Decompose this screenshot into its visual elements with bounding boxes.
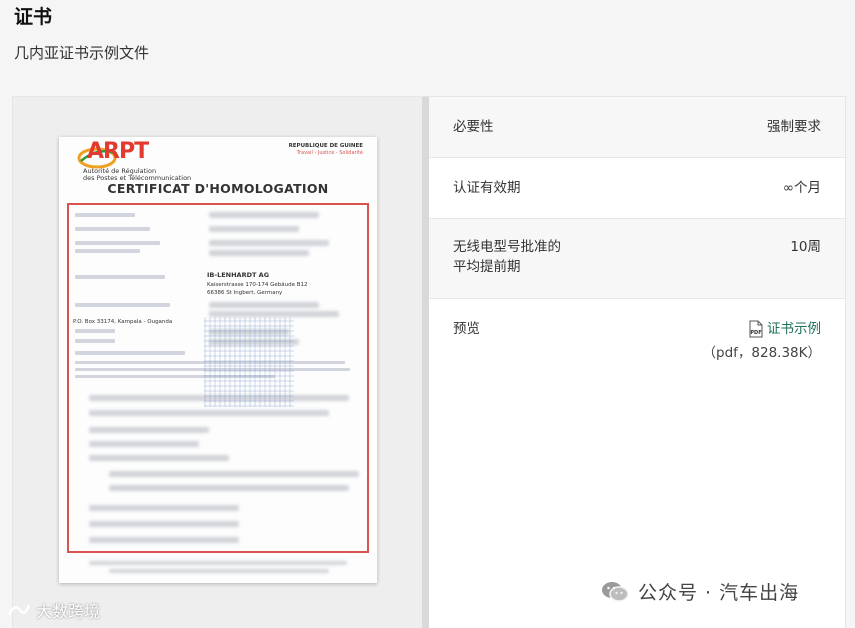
certificate-company: IB-LENHARDT AG: [207, 271, 270, 279]
redacted-value: [109, 485, 349, 491]
watermark-left: 大数跨境: [6, 598, 100, 622]
watermark-right: 公众号 · 汽车出海: [600, 578, 799, 605]
redacted-value: [89, 455, 229, 461]
pdf-icon-text: PDF: [750, 330, 761, 336]
certificate-preview-area: ARPT Autorité de Régulation des Postes e…: [13, 97, 422, 628]
certificate-stamp-pattern: [204, 317, 294, 407]
panel-divider: [422, 97, 429, 628]
redacted-value: [89, 521, 239, 527]
redacted-value: [109, 569, 329, 573]
redacted-value: [89, 427, 209, 433]
certificate-sample-link-wrap[interactable]: PDF 证书示例: [703, 319, 821, 339]
redacted-value: [209, 240, 329, 246]
file-meta: （pdf，828.38K）: [702, 345, 821, 361]
detail-label: 认证有效期: [453, 180, 521, 196]
detail-row-lead-time: 无线电型号批准的平均提前期 10周: [429, 219, 845, 299]
redacted-value: [89, 561, 347, 565]
certificate-authority: Autorité de Régulation des Postes et Tél…: [83, 167, 192, 182]
field-label: [75, 351, 185, 355]
redacted-value: [209, 212, 319, 218]
detail-label: 必要性: [453, 119, 494, 135]
certificate-panel: ARPT Autorité de Régulation des Postes e…: [12, 96, 846, 628]
redacted-value: [89, 505, 239, 511]
field-label: [75, 303, 170, 307]
page-subtitle: 几内亚证书示例文件: [14, 44, 150, 62]
redacted-value: [89, 410, 329, 416]
field-label: [75, 249, 140, 253]
field-label: [75, 241, 160, 245]
field-label: [75, 275, 165, 279]
page-title: 证书: [14, 6, 53, 28]
certificate-motto: Travail - Justice - Solidarité: [296, 150, 363, 156]
detail-value: ∞个月: [782, 180, 821, 196]
detail-value: 10周: [790, 239, 821, 255]
certificate-address-2: 66386 St Ingbert, Germany: [207, 290, 283, 296]
redacted-value: [89, 537, 239, 543]
detail-row-necessity: 必要性 强制要求: [429, 97, 845, 158]
redacted-value: [209, 250, 309, 256]
field-label: [75, 329, 115, 333]
wechat-icon: [602, 581, 629, 602]
detail-row-validity: 认证有效期 ∞个月: [429, 158, 845, 219]
certificate-sample-link[interactable]: 证书示例: [767, 319, 821, 339]
detail-label: 预览: [453, 321, 480, 337]
redacted-value: [89, 441, 199, 447]
field-label: [75, 213, 135, 217]
certificate-republic: REPUBLIQUE DE GUINEE: [288, 143, 363, 149]
field-label: [75, 227, 150, 231]
watermark-logo-icon: [7, 604, 31, 616]
watermark-right-text: 公众号 · 汽车出海: [638, 582, 800, 604]
pdf-file-icon: PDF: [749, 320, 763, 338]
redacted-value: [109, 471, 359, 477]
certificate-details: 必要性 强制要求 认证有效期 ∞个月 无线电型号批准的平均提前期 10周 预览 …: [429, 97, 845, 628]
certificate-thumbnail[interactable]: ARPT Autorité de Régulation des Postes e…: [59, 137, 377, 583]
preview-value: PDF 证书示例 （pdf，828.38K）: [703, 319, 821, 363]
certificate-heading: CERTIFICAT D'HOMOLOGATION: [107, 181, 329, 196]
detail-row-preview: 预览 PDF 证书示例 （pdf，828.38K）: [429, 299, 845, 409]
watermark-left-text: 大数跨境: [36, 602, 101, 621]
redacted-value: [209, 226, 299, 232]
field-label: [75, 339, 115, 343]
detail-label: 无线电型号批准的平均提前期: [453, 239, 561, 275]
certificate-address-1: Kaiserstrasse 170-174 Gebäude B12: [207, 282, 308, 288]
redacted-value: [209, 302, 319, 308]
certificate-footer: [89, 561, 347, 575]
certificate-po-box: P.O. Box 33174, Kampala - Ouganda: [73, 319, 173, 325]
certificate-logo-text: ARPT: [87, 139, 149, 164]
detail-value: 强制要求: [767, 119, 821, 135]
